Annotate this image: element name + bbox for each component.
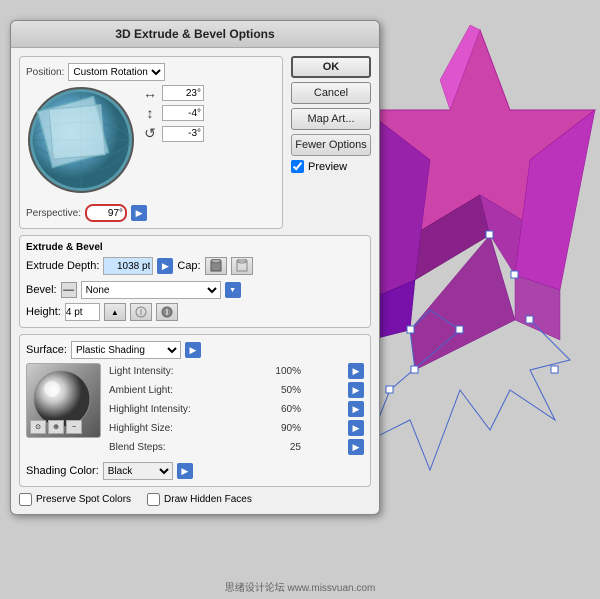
ambient-light-label: Ambient Light: (109, 385, 219, 396)
delete-light-btn[interactable]: − (66, 420, 82, 434)
bevel-icon: — (61, 282, 77, 298)
draw-hidden-faces-label[interactable]: Draw Hidden Faces (147, 493, 252, 506)
shading-color-label: Shading Color: (26, 465, 99, 477)
light-source-btn[interactable]: ⊙ (30, 420, 46, 434)
blend-steps-arrow[interactable]: ▶ (348, 439, 364, 455)
dialog-3d-extrude-bevel: 3D Extrude & Bevel Options Position: Cus… (10, 20, 380, 515)
angle-y-input[interactable] (162, 105, 204, 121)
move-light-btn[interactable]: ⊕ (48, 420, 64, 434)
angle-z-input[interactable] (162, 126, 204, 142)
blend-steps-label: Blend Steps: (109, 442, 219, 453)
surface-type-select[interactable]: Plastic Shading (71, 341, 181, 359)
position-section: Position: Custom Rotation (19, 56, 283, 229)
dialog-title: 3D Extrude & Bevel Options (11, 21, 379, 48)
highlight-intensity-value: 60% (266, 404, 301, 415)
perspective-label: Perspective: (26, 208, 81, 219)
surface-preview: ⊙ ⊕ − (26, 363, 101, 438)
height-label: Height: (26, 306, 61, 318)
height-btn-1[interactable]: ▲ (104, 303, 126, 321)
position-label: Position: (26, 67, 64, 78)
x-axis-icon: ↔ (142, 85, 158, 101)
shading-color-arrow[interactable]: ▶ (177, 463, 193, 479)
preserve-spot-colors-label[interactable]: Preserve Spot Colors (19, 493, 131, 506)
preview-checkbox[interactable] (291, 160, 304, 173)
ambient-light-value: 50% (266, 385, 301, 396)
checkbox-row: Preserve Spot Colors Draw Hidden Faces (19, 493, 371, 506)
draw-hidden-faces-checkbox[interactable] (147, 493, 160, 506)
preserve-spot-colors-checkbox[interactable] (19, 493, 32, 506)
perspective-arrow[interactable]: ▶ (131, 205, 147, 221)
cancel-button[interactable]: Cancel (291, 82, 371, 104)
ok-button[interactable]: OK (291, 56, 371, 78)
highlight-intensity-label: Highlight Intensity: (109, 404, 219, 415)
cap-on-button[interactable] (205, 257, 227, 275)
surface-label: Surface: (26, 344, 67, 356)
watermark: 思绪设计论坛 www.missvuan.com (0, 579, 600, 594)
blend-steps-value: 25 (266, 442, 301, 453)
cap-label: Cap: (177, 260, 200, 272)
bevel-label: Bevel: (26, 284, 57, 296)
perspective-input[interactable] (85, 204, 127, 222)
highlight-size-label: Highlight Size: (109, 423, 219, 434)
extrude-depth-label: Extrude Depth: (26, 260, 99, 272)
extrude-section-title: Extrude & Bevel (26, 242, 364, 253)
surface-type-arrow[interactable]: ▶ (185, 342, 201, 358)
height-btn-3[interactable] (156, 303, 178, 321)
highlight-size-arrow[interactable]: ▶ (348, 420, 364, 436)
extrude-depth-arrow[interactable]: ▶ (157, 258, 173, 274)
position-dropdown[interactable]: Custom Rotation (68, 63, 165, 81)
shading-color-select[interactable]: Black (103, 462, 173, 480)
angle-x-input[interactable] (162, 85, 204, 101)
map-art-button[interactable]: Map Art... (291, 108, 371, 130)
bevel-select[interactable]: None (81, 281, 221, 299)
highlight-size-value: 90% (266, 423, 301, 434)
rotation-circle[interactable] (26, 85, 136, 195)
draw-hidden-faces-text: Draw Hidden Faces (164, 494, 252, 505)
height-btn-2[interactable] (130, 303, 152, 321)
height-input[interactable] (65, 303, 100, 321)
z-axis-icon: ↺ (142, 125, 158, 142)
cap-off-button[interactable] (231, 257, 253, 275)
preserve-spot-colors-text: Preserve Spot Colors (36, 494, 131, 505)
light-intensity-value: 100% (266, 366, 301, 377)
dialog-buttons: OK Cancel Map Art... Fewer Options Previ… (291, 56, 371, 235)
light-intensity-label: Light Intensity: (109, 366, 219, 377)
extrude-depth-input[interactable] (103, 257, 153, 275)
fewer-options-button[interactable]: Fewer Options (291, 134, 371, 156)
highlight-intensity-arrow[interactable]: ▶ (348, 401, 364, 417)
preview-label: Preview (308, 161, 347, 173)
surface-section: Surface: Plastic Shading ▶ (19, 334, 371, 487)
extrude-bevel-section: Extrude & Bevel Extrude Depth: ▶ Cap: Be… (19, 235, 371, 328)
y-axis-icon: ↕ (142, 105, 158, 121)
ambient-light-arrow[interactable]: ▶ (348, 382, 364, 398)
light-intensity-arrow[interactable]: ▶ (348, 363, 364, 379)
bevel-arrow[interactable]: ▼ (225, 282, 241, 298)
